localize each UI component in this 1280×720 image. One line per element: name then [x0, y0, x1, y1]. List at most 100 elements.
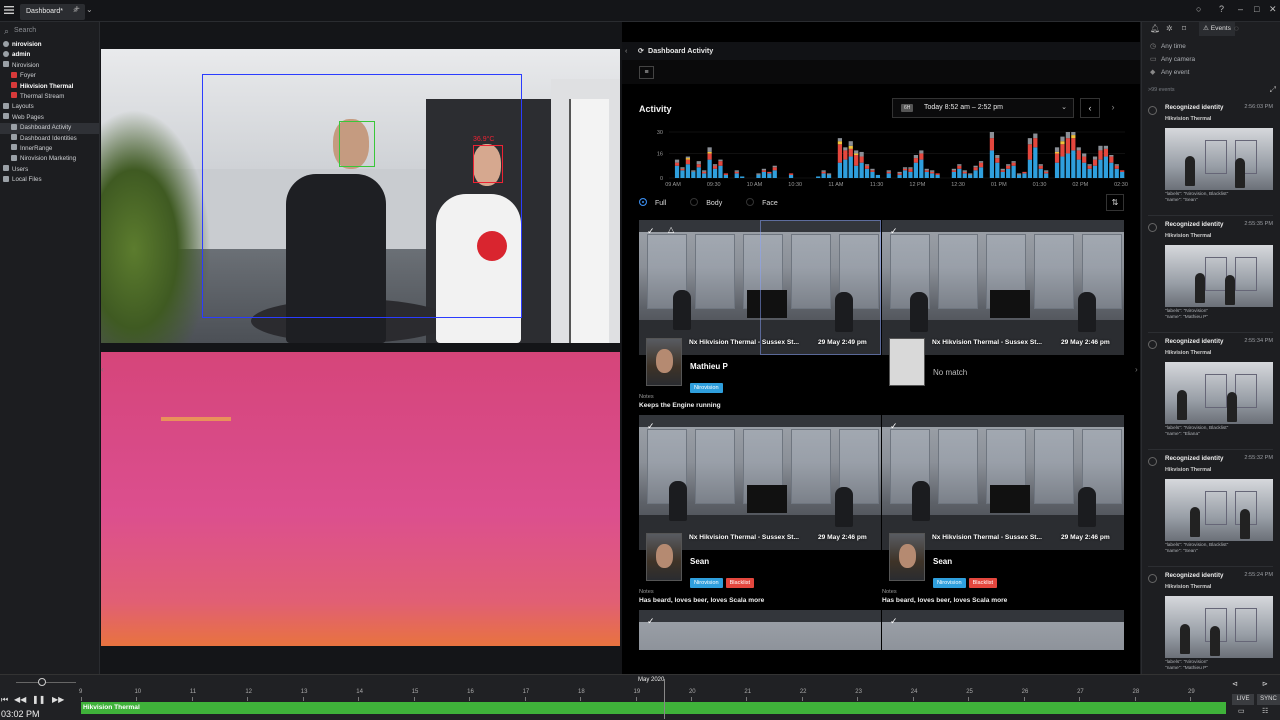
thumb-person — [1078, 292, 1096, 332]
tree-item[interactable]: Local Files — [0, 175, 99, 185]
chart-bar — [826, 174, 832, 178]
event-card[interactable]: Recognized identity 2:56:03 PM Hikvision T… — [1148, 104, 1273, 216]
zoom-out-icon[interactable]: ⊳ — [1262, 680, 1268, 688]
tree-item[interactable]: Thermal Stream — [0, 92, 99, 102]
tree-item[interactable]: admin — [0, 50, 99, 60]
tree-item[interactable]: Web Pages — [0, 113, 99, 123]
notification-icon[interactable]: 🔔︎ — [1150, 24, 1160, 33]
live-button[interactable]: LIVE — [1232, 694, 1254, 705]
hamburger-icon[interactable]: ≡ — [639, 66, 654, 79]
chart-bar — [951, 171, 957, 178]
check-icon[interactable]: ✓ — [890, 616, 898, 627]
radio-body[interactable] — [690, 198, 699, 206]
zoom-icon[interactable]: ⊲ — [1232, 680, 1238, 688]
new-tab-button[interactable]: + — [74, 4, 80, 15]
filter-full[interactable]: Full — [639, 198, 666, 207]
filter-face[interactable]: Face — [746, 198, 778, 207]
event-snapshot[interactable] — [1165, 245, 1273, 307]
event-card[interactable]: Recognized identity 2:55:24 PM Hikvision T… — [1148, 572, 1273, 684]
time-range-select[interactable]: 6H Today 8:52 am – 2:52 pm ⌄ — [892, 98, 1074, 118]
bookmark-icon[interactable]: ⌑ — [1182, 24, 1186, 33]
pause-icon[interactable]: ❚❚ — [32, 695, 45, 704]
chart-bar — [1060, 156, 1065, 178]
refresh-icon[interactable]: ⟳ — [638, 42, 644, 60]
calendar-icon[interactable]: ▭ — [1238, 707, 1245, 715]
chart-bar — [1000, 170, 1005, 172]
sort-icon[interactable]: ⇅ — [1106, 194, 1124, 211]
tab-events[interactable]: ⚠ Events — [1199, 22, 1235, 36]
minimize-icon[interactable]: – — [1238, 4, 1243, 14]
filter-time[interactable]: ◷ Any time — [1142, 40, 1280, 53]
check-icon[interactable]: ✓ — [647, 421, 655, 432]
camera-view-thermal[interactable] — [101, 352, 620, 646]
thumbnails-icon[interactable]: ☷ — [1262, 707, 1268, 715]
snapshot-person — [1195, 273, 1205, 303]
check-icon[interactable]: ✓ — [647, 616, 655, 627]
tree-item[interactable]: Layouts — [0, 102, 99, 112]
tree-item[interactable]: Nirovision — [0, 61, 99, 71]
chart-bar — [854, 153, 859, 155]
chart-bar — [767, 173, 772, 178]
chart-bar — [1076, 159, 1081, 178]
event-time: 2:55:32 PM — [1244, 455, 1273, 461]
tree-item[interactable]: Dashboard Identities — [0, 134, 99, 144]
tab-list-chevron-icon[interactable]: ⌄ — [86, 5, 93, 14]
filter-camera[interactable]: ▭ Any camera — [1142, 53, 1280, 66]
tree-item[interactable]: Foyer — [0, 71, 99, 81]
event-card[interactable]: Recognized identity 2:55:35 PM Hikvision T… — [1148, 221, 1273, 333]
motion-icon[interactable]: ✲ — [1166, 24, 1173, 33]
event-type-icon — [1148, 223, 1157, 232]
filter-event[interactable]: ◆ Any event — [1142, 66, 1280, 79]
export-icon[interactable]: ⤢ — [1270, 85, 1276, 95]
timeline-track[interactable]: Hikvision Thermal — [81, 702, 1226, 714]
notifications-icon[interactable]: ○ — [1196, 4, 1201, 14]
tree-item-icon — [3, 40, 9, 47]
chart-bar — [924, 170, 929, 172]
event-card[interactable]: Recognized identity 2:55:32 PM Hikvision T… — [1148, 455, 1273, 567]
skip-back-icon[interactable]: ⏮ — [1, 695, 8, 705]
tree-item[interactable]: Dashboard Activity — [0, 123, 99, 134]
radio-full[interactable] — [639, 198, 647, 206]
dashboard-title: Dashboard Activity — [648, 46, 714, 55]
day-tick-mark — [580, 697, 582, 701]
bell-icon[interactable]: △ — [668, 225, 674, 234]
tree-item[interactable]: Nirovision Marketing — [0, 154, 99, 164]
main-menu-icon[interactable] — [4, 5, 14, 15]
close-window-icon[interactable]: ✕ — [1269, 4, 1277, 15]
event-card[interactable]: Recognized identity 2:55:34 PM Hikvision T… — [1148, 338, 1273, 450]
help-icon[interactable]: ? — [1219, 4, 1224, 14]
event-snapshot[interactable] — [1165, 362, 1273, 424]
collapse-left-icon[interactable]: ‹ — [101, 365, 104, 374]
settings-icon[interactable]: ◌ — [1234, 24, 1239, 33]
playback-cursor[interactable] — [664, 679, 665, 719]
chart-bar — [1114, 168, 1119, 178]
day-tick-label: 18 — [578, 689, 585, 695]
radio-face[interactable] — [746, 198, 755, 206]
camera-view-hikvision[interactable]: 36.9°C — [101, 49, 620, 343]
volume-knob[interactable] — [38, 678, 46, 686]
collapse-right-icon[interactable]: › — [1135, 365, 1138, 374]
check-icon[interactable]: ✓ — [890, 226, 898, 237]
check-icon[interactable]: ✓ — [647, 226, 655, 237]
prev-range-button[interactable]: ‹ — [1080, 98, 1100, 118]
chart-bar — [837, 138, 843, 142]
rewind-icon[interactable]: ◀◀ — [14, 695, 26, 704]
filter-body[interactable]: Body — [690, 198, 722, 207]
tree-item[interactable]: InnerRange — [0, 144, 99, 154]
activity-chart: 0 16 30 09 AM 09:30 10 AM 10:30 11 AM 11:30 12 PM… — [657, 130, 1128, 188]
maximize-icon[interactable]: □ — [1254, 4, 1259, 14]
timeline-scale[interactable]: 9 10 11 12 13 14 15 16 17 18 19 20 21 22 23 24 25 26 27 28 2… — [79, 689, 1226, 701]
forward-icon[interactable]: ▶▶ — [52, 695, 64, 704]
event-snapshot[interactable] — [1165, 479, 1273, 541]
tree-item[interactable]: nirovision — [0, 40, 99, 50]
check-icon[interactable]: ✓ — [890, 421, 898, 432]
next-range-button[interactable]: › — [1103, 98, 1123, 118]
volume-slider[interactable] — [16, 682, 76, 683]
search-input[interactable]: Search — [4, 24, 95, 38]
back-icon[interactable]: ‹ — [625, 42, 627, 60]
tree-item[interactable]: Hikvision Thermal — [0, 82, 99, 92]
sync-button[interactable]: SYNC — [1257, 694, 1280, 705]
event-snapshot[interactable] — [1165, 596, 1273, 658]
tree-item[interactable]: Users — [0, 165, 99, 175]
event-snapshot[interactable] — [1165, 128, 1273, 190]
